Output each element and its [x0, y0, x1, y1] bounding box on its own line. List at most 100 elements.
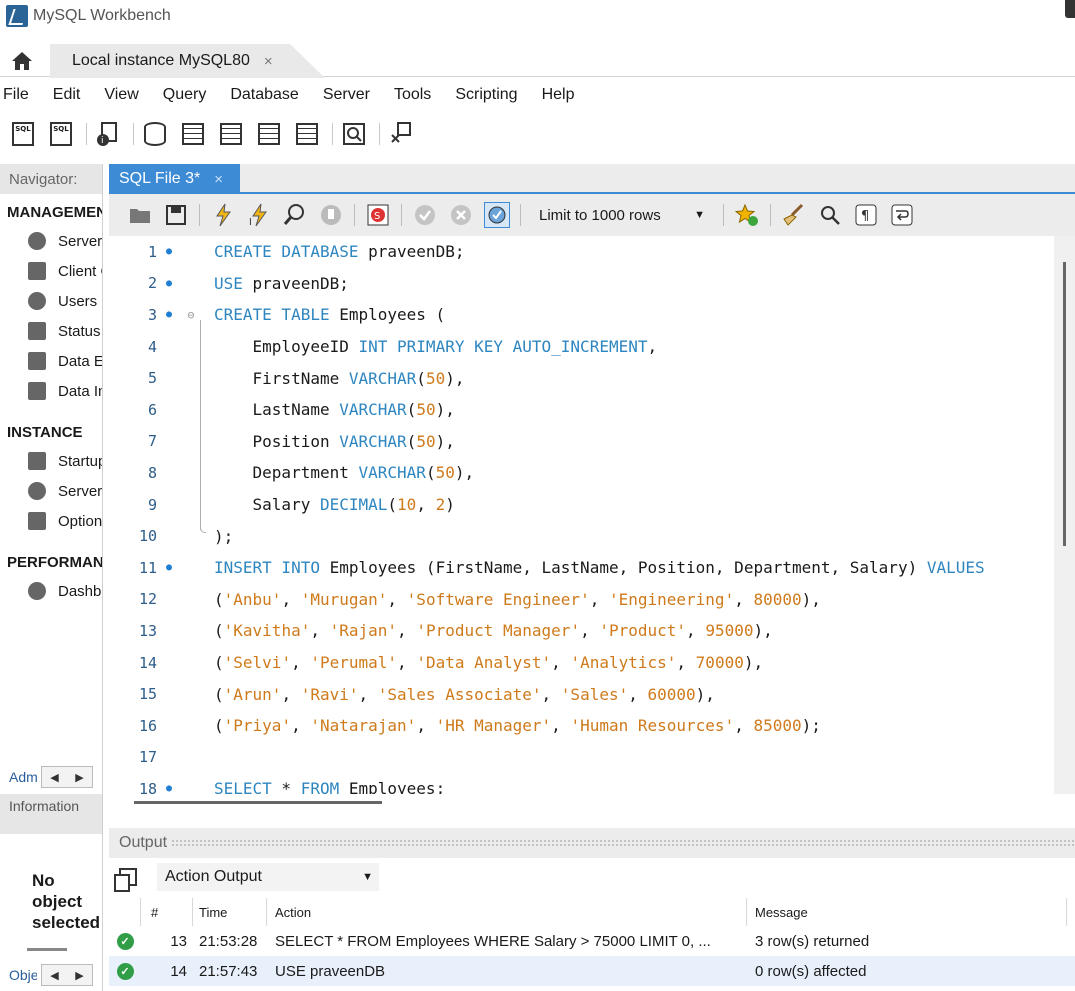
arrow-left-icon[interactable]: ◀	[50, 969, 58, 982]
toggle-error-stop-button[interactable]: S	[365, 202, 391, 228]
limit-rows-select[interactable]: Limit to 1000 rows ▼	[531, 202, 711, 228]
code-line[interactable]: 6 LastName VARCHAR(50),	[109, 394, 1054, 426]
close-icon[interactable]: ×	[214, 171, 223, 188]
administration-tab[interactable]: Administration ◀▶	[0, 764, 102, 790]
sidebar-item-dashboard[interactable]: Dashboard	[0, 576, 102, 606]
tab-sql-file-3[interactable]: SQL File 3* ×	[109, 164, 240, 194]
menu-help[interactable]: Help	[539, 86, 578, 104]
new-sql-tab-button[interactable]: SQL	[8, 119, 38, 149]
stop-button[interactable]	[318, 202, 344, 228]
sql-code-editor[interactable]: 1 ● CREATE DATABASE praveenDB; 2 ● USE pravee…	[109, 236, 1054, 794]
code-line[interactable]: 18 ● SELECT * FROM Employees;	[109, 773, 1054, 794]
code-line[interactable]: 10);	[109, 520, 1054, 552]
output-mode-select[interactable]: Action Output ▼	[157, 863, 379, 891]
client-connections-icon	[28, 262, 46, 280]
commit-button[interactable]	[412, 202, 438, 228]
sidebar-item-server-logs[interactable]: Server Logs	[0, 476, 102, 506]
menu-tools[interactable]: Tools	[391, 86, 434, 104]
reconnect-button[interactable]	[386, 119, 416, 149]
navigator-sidebar: Navigator: MANAGEMENT Server Status Clie…	[0, 164, 103, 991]
sidebar-item-server-status[interactable]: Server Status	[0, 226, 102, 256]
object-info-tab[interactable]: Object Info ◀▶	[0, 962, 102, 988]
column-header-time[interactable]: Time	[193, 898, 267, 926]
column-header-message[interactable]: Message	[747, 898, 1067, 926]
open-sql-script-button[interactable]: SQL	[46, 119, 76, 149]
menu-database[interactable]: Database	[227, 86, 302, 104]
code-line[interactable]: 7 Position VARCHAR(50),	[109, 426, 1054, 458]
code-line[interactable]: 9 Salary DECIMAL(10, 2)	[109, 489, 1054, 521]
menu-server[interactable]: Server	[320, 86, 373, 104]
arrow-left-icon[interactable]: ◀	[50, 771, 58, 784]
tab-scroll-arrows[interactable]: ◀ ▶	[41, 766, 93, 788]
word-wrap-button[interactable]	[889, 202, 915, 228]
save-button[interactable]	[163, 202, 189, 228]
code-line[interactable]: 8 Department VARCHAR(50),	[109, 457, 1054, 489]
create-function-button[interactable]	[292, 119, 322, 149]
sidebar-item-users[interactable]: Users and Privileges	[0, 286, 102, 316]
panel-resize-handle[interactable]	[27, 948, 67, 951]
create-view-button[interactable]	[216, 119, 246, 149]
code-line[interactable]: 16 ('Priya', 'Natarajan', 'HR Manager', '…	[109, 710, 1054, 742]
add-snippet-button[interactable]	[734, 202, 760, 228]
corner-icon[interactable]	[1065, 0, 1075, 18]
code-line[interactable]: 13 ('Kavitha', 'Rajan', 'Product Manager'…	[109, 615, 1054, 647]
create-schema-button[interactable]	[140, 119, 170, 149]
code-line[interactable]: 4 EmployeeID INT PRIMARY KEY AUTO_INCREM…	[109, 331, 1054, 363]
toolbar-separator	[401, 204, 402, 226]
editor-horizontal-scrollbar[interactable]	[109, 794, 1054, 810]
open-file-button[interactable]	[127, 202, 153, 228]
scroll-thumb[interactable]	[134, 801, 382, 804]
create-table-button[interactable]	[178, 119, 208, 149]
status-column-header[interactable]	[109, 898, 141, 926]
search-table-data-button[interactable]	[339, 119, 369, 149]
sidebar-item-startup-shutdown[interactable]: Startup / Shutdown	[0, 446, 102, 476]
code-line[interactable]: 11 ● INSERT INTO Employees (FirstName, Las…	[109, 552, 1054, 584]
code-line[interactable]: 12 ('Anbu', 'Murugan', 'Software Engineer…	[109, 584, 1054, 616]
menu-query[interactable]: Query	[160, 86, 210, 104]
arrow-right-icon[interactable]: ▶	[75, 771, 83, 784]
column-header-num[interactable]: #	[141, 898, 193, 926]
sidebar-item-data-export[interactable]: Data Export	[0, 346, 102, 376]
create-procedure-button[interactable]	[254, 119, 284, 149]
menu-file[interactable]: File	[0, 86, 32, 104]
home-tab[interactable]	[0, 44, 44, 77]
connection-tab[interactable]: Local instance MySQL80 ×	[50, 44, 325, 78]
navigator-header: Navigator:	[0, 164, 102, 194]
sidebar-item-client-connections[interactable]: Client Connections	[0, 256, 102, 286]
menu-scripting[interactable]: Scripting	[452, 86, 520, 104]
scroll-thumb[interactable]	[1063, 262, 1066, 546]
rollback-button[interactable]	[448, 202, 474, 228]
line-number: 15	[138, 685, 157, 704]
resize-grip[interactable]	[171, 839, 1075, 847]
fold-toggle-icon[interactable]: ⊖	[181, 308, 201, 322]
code-line[interactable]: 1 ● CREATE DATABASE praveenDB;	[109, 236, 1054, 268]
sidebar-item-status-variables[interactable]: Status and System Variables	[0, 316, 102, 346]
inspector-button[interactable]: i	[93, 119, 123, 149]
arrow-right-icon[interactable]: ▶	[75, 969, 83, 982]
menu-edit[interactable]: Edit	[50, 86, 84, 104]
code-line[interactable]: 15 ('Arun', 'Ravi', 'Sales Associate', 'S…	[109, 678, 1054, 710]
code-line[interactable]: 5 FirstName VARCHAR(50),	[109, 362, 1054, 394]
code-line[interactable]: 14 ('Selvi', 'Perumal', 'Data Analyst', '…	[109, 647, 1054, 679]
copy-icon[interactable]	[114, 868, 137, 892]
column-header-action[interactable]: Action	[267, 898, 747, 926]
close-icon[interactable]: ×	[264, 53, 273, 70]
code-line[interactable]: 17	[109, 742, 1054, 774]
beautify-button[interactable]	[781, 202, 807, 228]
code-text: ('Anbu', 'Murugan', 'Software Engineer',…	[214, 589, 821, 609]
table-row[interactable]: ✓ 14 21:57:43 USE praveenDB 0 row(s) aff…	[109, 956, 1075, 986]
editor-vertical-scrollbar[interactable]	[1054, 236, 1075, 794]
autocommit-toggle[interactable]	[484, 202, 510, 228]
execute-current-button[interactable]: I	[246, 202, 272, 228]
invisible-chars-button[interactable]: ¶	[853, 202, 879, 228]
tab-scroll-arrows[interactable]: ◀ ▶	[41, 964, 93, 986]
table-row[interactable]: ✓ 13 21:53:28 SELECT * FROM Employees WH…	[109, 926, 1075, 956]
sidebar-item-data-import[interactable]: Data Import/Restore	[0, 376, 102, 406]
menu-view[interactable]: View	[101, 86, 141, 104]
execute-button[interactable]	[210, 202, 236, 228]
explain-button[interactable]	[282, 202, 308, 228]
find-button[interactable]	[817, 202, 843, 228]
sidebar-item-options-file[interactable]: Options File	[0, 506, 102, 536]
code-line[interactable]: 2 ● USE praveenDB;	[109, 268, 1054, 300]
code-line[interactable]: 3 ● ⊖ CREATE TABLE Employees (	[109, 299, 1054, 331]
